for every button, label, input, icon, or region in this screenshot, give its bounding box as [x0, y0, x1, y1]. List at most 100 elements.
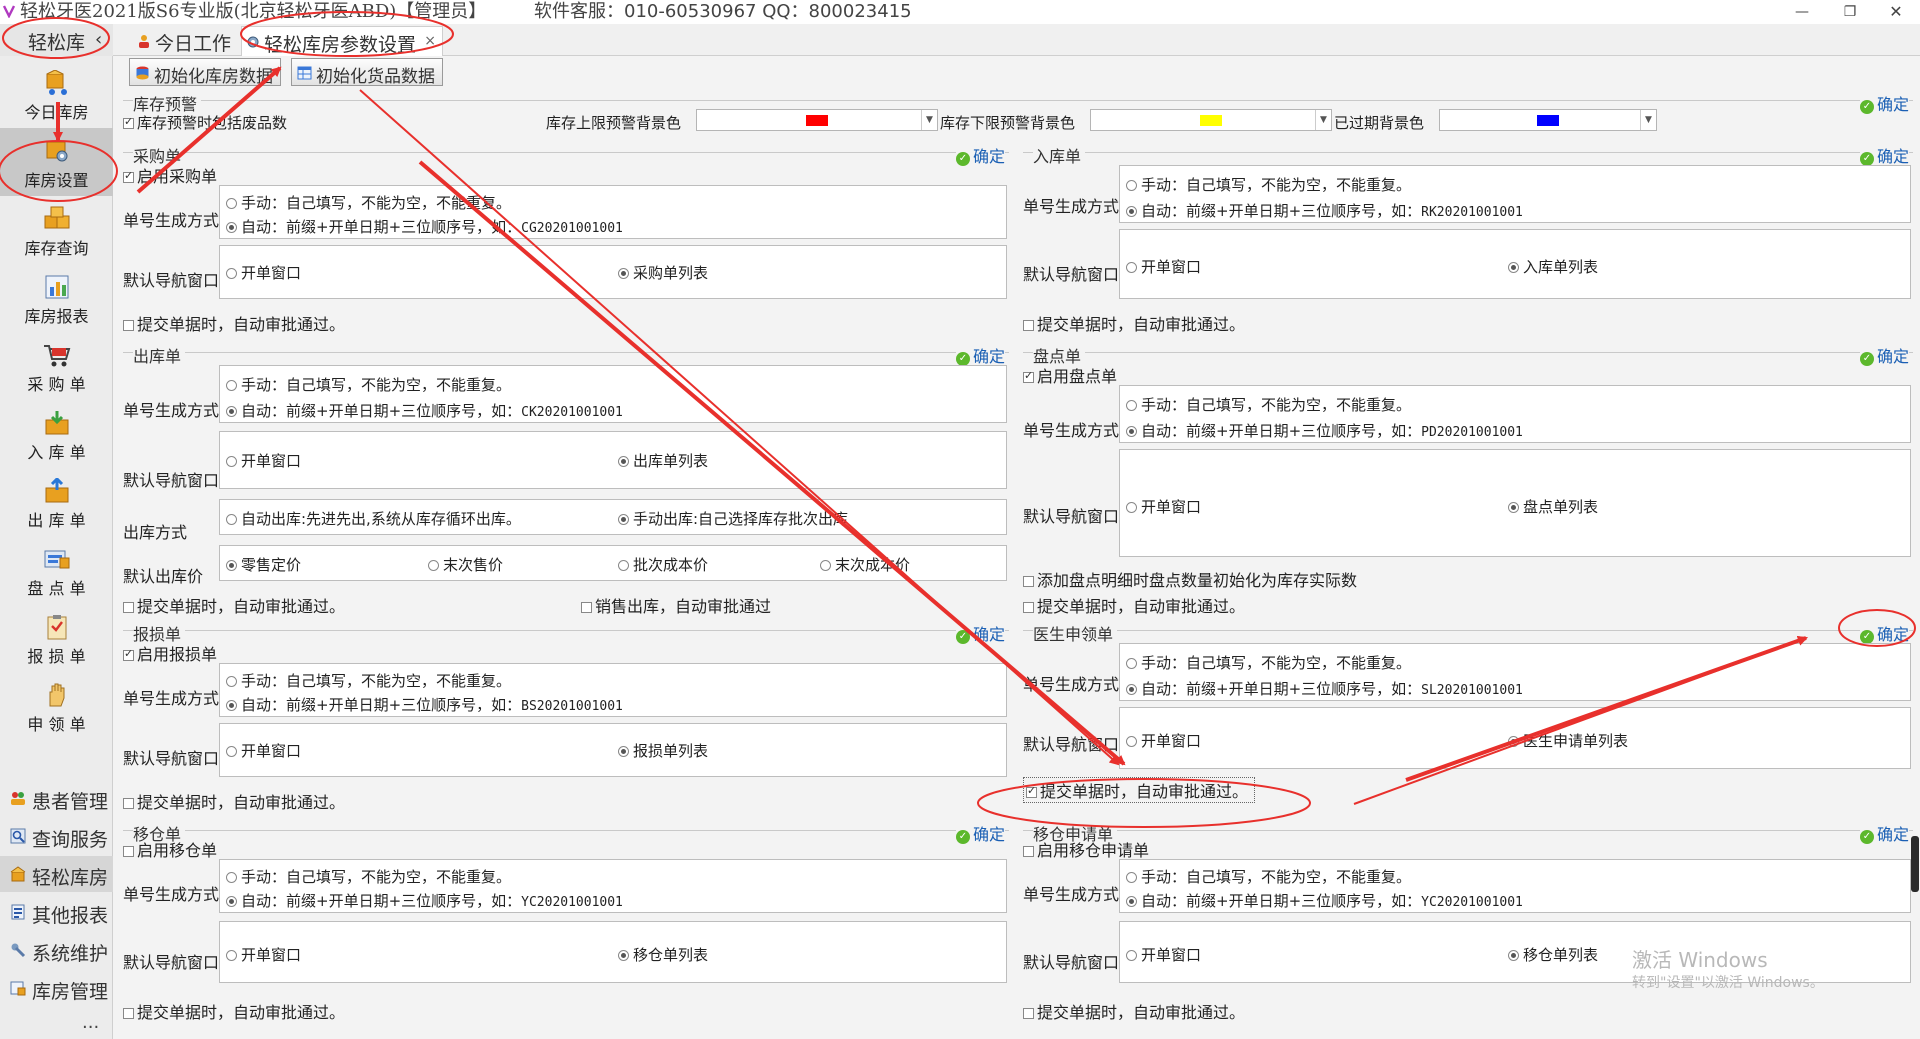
menu-other-reports[interactable]: 其他报表: [0, 894, 113, 930]
auto-radio[interactable]: 自动：前缀+开单日期+三位顺序号，如：YC20201001001: [226, 890, 623, 911]
include-scrap-checkbox[interactable]: 库存预警时包括废品数: [123, 112, 287, 133]
auto-radio[interactable]: 自动：前缀+开单日期+三位顺序号，如：CK20201001001: [226, 400, 623, 421]
auto-radio[interactable]: 自动：前缀+开单日期+三位顺序号，如：RK20201001001: [1126, 200, 1523, 221]
confirm-button[interactable]: ✓ 确定: [955, 821, 1005, 845]
confirm-button[interactable]: ✓ 确定: [1859, 821, 1909, 845]
checkbox[interactable]: [123, 846, 134, 857]
chevron-left-icon[interactable]: ‹: [95, 29, 102, 50]
enable-transfer-checkbox[interactable]: 启用移仓单: [123, 837, 217, 861]
sidebar-item-stock-out[interactable]: 出 库 单: [0, 468, 113, 536]
enable-purchase-checkbox[interactable]: 启用采购单: [123, 163, 217, 187]
sidebar-item-inventory-count[interactable]: 盘 点 单: [0, 536, 113, 604]
menu-system-maintenance[interactable]: 系统维护: [0, 932, 113, 968]
sidebar-item-requisition[interactable]: 申 领 单: [0, 672, 113, 740]
auto-approve-checkbox[interactable]: 提交单据时，自动审批通过。: [1023, 777, 1256, 803]
confirm-button[interactable]: ✓ 确定: [1859, 343, 1909, 367]
manual-radio[interactable]: 手动：自己填写，不能为空，不能重复。: [226, 866, 511, 887]
list-radio[interactable]: 入库单列表: [1508, 256, 1598, 277]
open-window-radio[interactable]: 开单窗口: [1126, 496, 1201, 517]
sidebar-item-stock-query[interactable]: 库存查询: [0, 196, 113, 264]
checkbox[interactable]: [1023, 1008, 1034, 1019]
manual-stock-out-radio[interactable]: 手动出库:自己选择库存批次出库: [618, 508, 848, 529]
checkbox[interactable]: [1026, 784, 1037, 798]
checkbox[interactable]: [123, 602, 134, 613]
checkbox[interactable]: [123, 169, 134, 183]
init-warehouse-data-button[interactable]: 初始化库房数据: [129, 58, 281, 87]
auto-radio[interactable]: 自动：前缀+开单日期+三位顺序号，如：PD20201001001: [1126, 420, 1523, 441]
menu-warehouse-management[interactable]: 库房管理: [0, 970, 113, 1006]
menu-easy-warehouse[interactable]: 轻松库房: [0, 856, 113, 892]
enable-inventory-checkbox[interactable]: 启用盘点单: [1023, 363, 1117, 387]
open-window-radio[interactable]: 开单窗口: [226, 450, 301, 471]
enable-loss-checkbox[interactable]: 启用报损单: [123, 641, 217, 665]
manual-radio[interactable]: 手动：自己填写，不能为空，不能重复。: [226, 670, 511, 691]
dropdown-arrow-icon[interactable]: ▼: [1315, 110, 1331, 130]
sidebar-item-stock-in[interactable]: 入 库 单: [0, 400, 113, 468]
open-window-radio[interactable]: 开单窗口: [226, 944, 301, 965]
auto-approve-checkbox[interactable]: 提交单据时，自动审批通过。: [123, 789, 345, 813]
expired-color-picker[interactable]: ▼: [1439, 109, 1657, 131]
manual-radio[interactable]: 手动：自己填写，不能为空，不能重复。: [226, 374, 511, 395]
auto-approve-checkbox[interactable]: 提交单据时，自动审批通过。: [123, 311, 345, 335]
close-icon[interactable]: ✕: [1872, 0, 1920, 24]
open-window-radio[interactable]: 开单窗口: [226, 740, 301, 761]
price-option-last-cost[interactable]: 末次成本价: [820, 554, 910, 575]
confirm-button[interactable]: ✓ 确定: [955, 343, 1005, 367]
sidebar-item-today-warehouse[interactable]: 今日库房: [0, 60, 113, 128]
price-option-last-sale[interactable]: 末次售价: [428, 554, 503, 575]
auto-stock-out-radio[interactable]: 自动出库:先进先出,系统从库存循环出库。: [226, 508, 521, 529]
sidebar-header[interactable]: 轻松库 ‹: [0, 24, 113, 56]
list-radio[interactable]: 采购单列表: [618, 262, 708, 283]
menu-patient-management[interactable]: 患者管理: [0, 780, 113, 816]
checkbox[interactable]: [123, 1008, 134, 1019]
confirm-button[interactable]: ✓ 确定: [955, 621, 1005, 645]
open-window-radio[interactable]: 开单窗口: [1126, 944, 1201, 965]
sidebar-item-warehouse-settings[interactable]: 库房设置: [0, 128, 113, 196]
checkbox[interactable]: [123, 320, 134, 331]
checkbox[interactable]: [1023, 320, 1034, 331]
dropdown-arrow-icon[interactable]: ▼: [1640, 110, 1656, 130]
lower-color-picker[interactable]: ▼: [1090, 109, 1332, 131]
enable-transfer-request-checkbox[interactable]: 启用移仓申请单: [1023, 837, 1149, 861]
manual-radio[interactable]: 手动：自己填写，不能为空，不能重复。: [1126, 394, 1411, 415]
menu-query-service[interactable]: 查询服务: [0, 818, 113, 854]
checkbox[interactable]: [1023, 369, 1034, 383]
auto-radio[interactable]: 自动：前缀+开单日期+三位顺序号，如：BS20201001001: [226, 694, 623, 715]
open-window-radio[interactable]: 开单窗口: [1126, 730, 1201, 751]
list-radio[interactable]: 医生申请单列表: [1508, 730, 1628, 751]
auto-radio[interactable]: 自动：前缀+开单日期+三位顺序号，如：YC20201001001: [1126, 890, 1523, 911]
list-radio[interactable]: 报损单列表: [618, 740, 708, 761]
sidebar-item-warehouse-report[interactable]: 库房报表: [0, 264, 113, 332]
open-window-radio[interactable]: 开单窗口: [1126, 256, 1201, 277]
open-window-radio[interactable]: 开单窗口: [226, 262, 301, 283]
restore-icon[interactable]: ❐: [1826, 0, 1874, 24]
sidebar-item-loss-report[interactable]: 报 损 单: [0, 604, 113, 672]
tab-today-work[interactable]: 今日工作: [133, 26, 253, 56]
list-radio[interactable]: 移仓单列表: [1508, 944, 1598, 965]
auto-approve-checkbox[interactable]: 提交单据时，自动审批通过。: [123, 593, 345, 617]
sidebar-item-purchase-order[interactable]: 采 购 单: [0, 332, 113, 400]
more-icon[interactable]: ...: [82, 1012, 99, 1033]
dropdown-arrow-icon[interactable]: ▼: [921, 110, 937, 130]
checkbox[interactable]: [123, 798, 134, 809]
auto-approve-checkbox[interactable]: 提交单据时，自动审批通过。: [1023, 311, 1245, 335]
manual-radio[interactable]: 手动：自己填写，不能为空，不能重复。: [1126, 174, 1411, 195]
checkbox[interactable]: [581, 602, 592, 613]
confirm-button[interactable]: ✓ 确定: [1859, 621, 1909, 645]
confirm-button[interactable]: ✓ 确定: [1859, 143, 1909, 167]
list-radio[interactable]: 出库单列表: [618, 450, 708, 471]
auto-approve-checkbox[interactable]: 提交单据时，自动审批通过。: [1023, 593, 1245, 617]
vertical-scrollbar[interactable]: [1911, 836, 1919, 892]
checkbox[interactable]: [1023, 846, 1034, 857]
upper-color-picker[interactable]: ▼: [696, 109, 938, 131]
manual-radio[interactable]: 手动：自己填写，不能为空，不能重复。: [1126, 652, 1411, 673]
tab-warehouse-params[interactable]: 轻松库房参数设置 ×: [241, 26, 443, 56]
checkbox[interactable]: [1023, 576, 1034, 587]
manual-radio[interactable]: 手动：自己填写，不能为空，不能重复。: [226, 192, 511, 213]
price-option-batch-cost[interactable]: 批次成本价: [618, 554, 708, 575]
minimize-icon[interactable]: —: [1778, 0, 1826, 24]
confirm-button[interactable]: ✓ 确定: [955, 143, 1005, 167]
price-option-retail[interactable]: 零售定价: [226, 554, 301, 575]
sale-approve-checkbox[interactable]: 销售出库，自动审批通过: [581, 593, 771, 617]
auto-approve-checkbox[interactable]: 提交单据时，自动审批通过。: [123, 999, 345, 1023]
